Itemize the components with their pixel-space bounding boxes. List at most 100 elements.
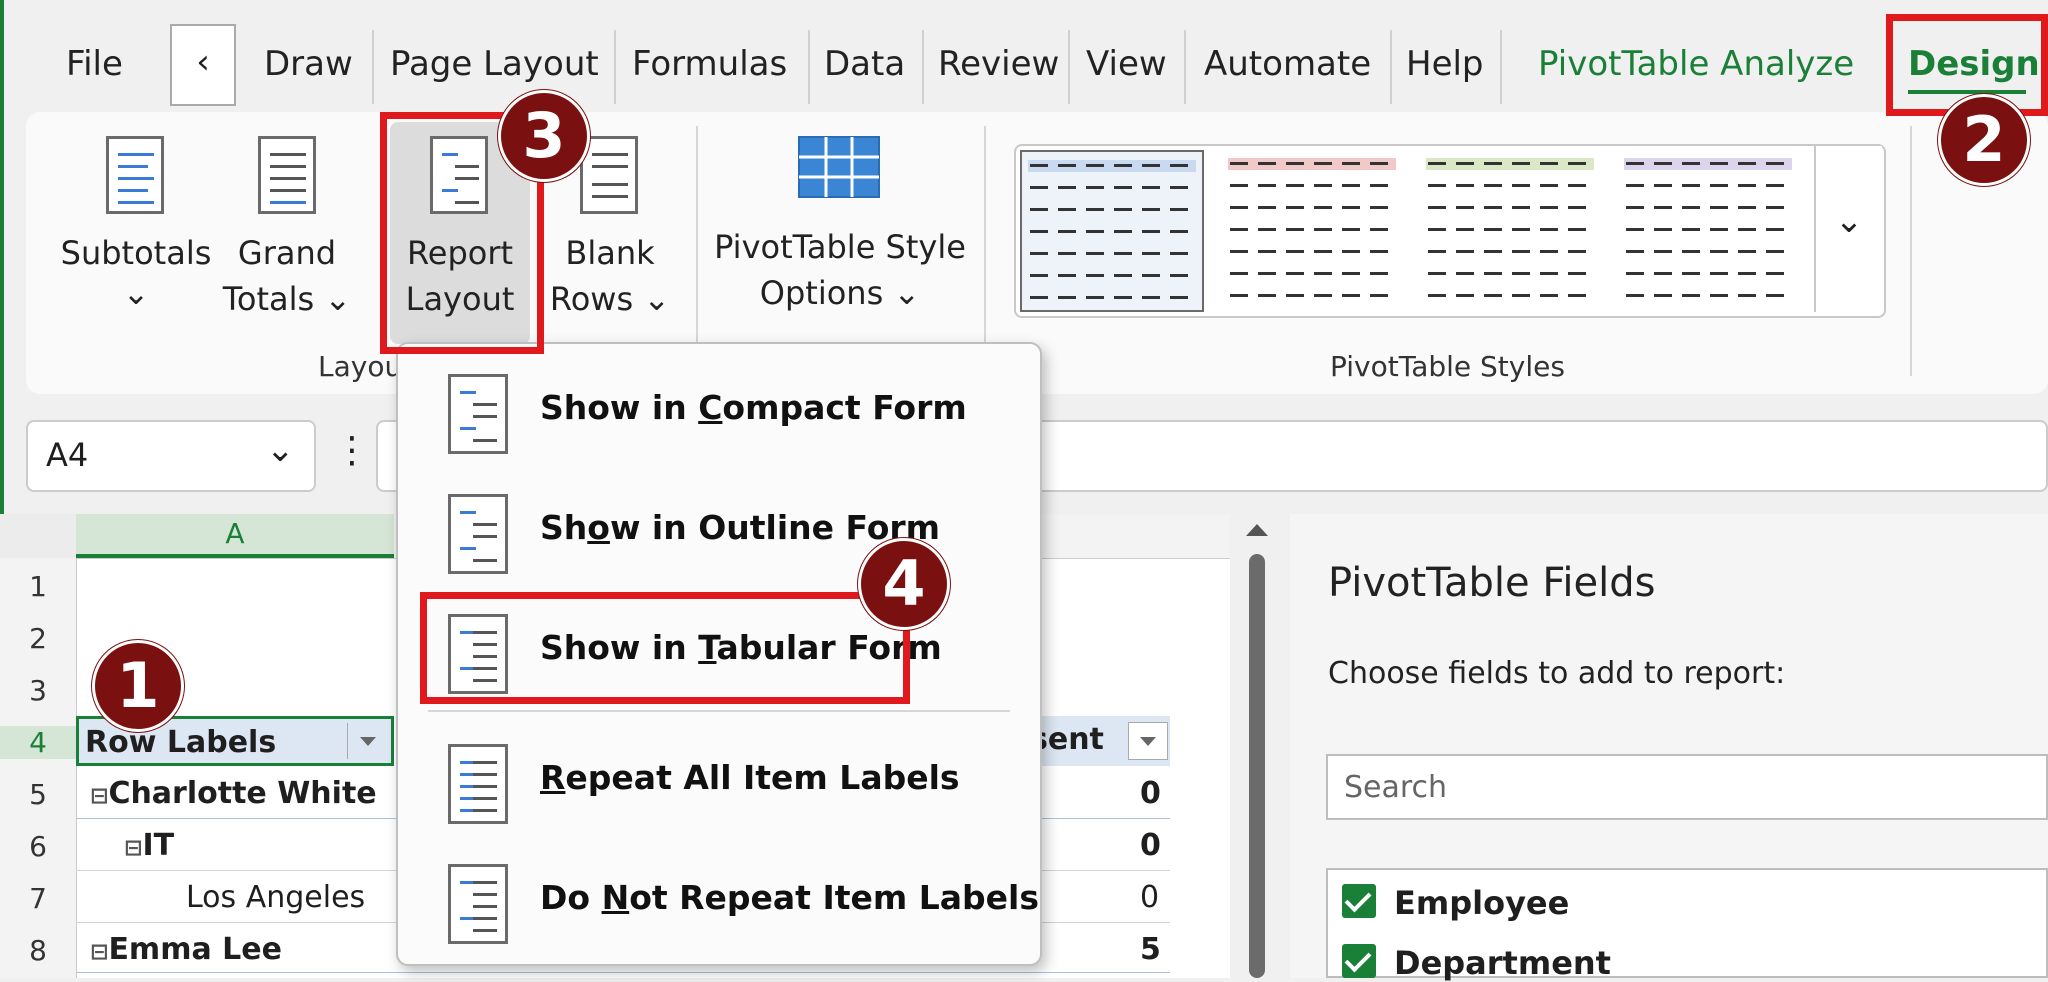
filter-dropdown-button[interactable]: [347, 723, 388, 759]
blank-rows-label-2: Rows ⌄: [549, 280, 671, 318]
more-options-icon[interactable]: ⋮: [334, 430, 370, 471]
chevron-down-icon: ⌄: [122, 274, 150, 312]
column-letter: A: [225, 517, 245, 550]
field-item-employee[interactable]: Employee: [1394, 884, 1569, 922]
search-placeholder: Search: [1344, 770, 1448, 805]
style-swatch-green[interactable]: [1420, 150, 1600, 308]
menu-item-label: Repeat All Item Labels: [540, 758, 960, 797]
grand-totals-label-2: Totals ⌄: [222, 280, 352, 318]
vertical-scrollbar[interactable]: [1236, 514, 1278, 978]
tab-automate[interactable]: Automate: [1204, 44, 1371, 84]
row-number[interactable]: 6: [0, 830, 76, 863]
no-repeat-labels-icon: [448, 864, 508, 944]
menu-item-compact-form[interactable]: Show in Compact Form: [398, 350, 1040, 468]
subtotals-button[interactable]: Subtotals ⌄: [56, 130, 216, 330]
gallery-more-button[interactable]: ⌄: [1814, 146, 1882, 312]
tab-view[interactable]: View: [1086, 44, 1167, 84]
style-swatch-blue[interactable]: [1020, 150, 1204, 312]
style-options-label-2: Options ⌄: [759, 274, 921, 312]
menu-item-label: Do Not Repeat Item Labels: [540, 878, 1040, 917]
group-label-layout: Layou: [318, 350, 403, 383]
row-number[interactable]: 1: [0, 570, 76, 603]
grand-totals-button[interactable]: Grand Totals ⌄: [222, 130, 352, 330]
row-divider: [76, 972, 1170, 973]
tab-separator: [1184, 30, 1186, 104]
row-number[interactable]: 7: [0, 882, 76, 915]
step-badge-1: 1: [92, 640, 184, 732]
fields-pane-instruction: Choose fields to add to report:: [1328, 656, 1786, 691]
step-badge-4: 4: [858, 538, 950, 630]
menu-item-do-not-repeat-labels[interactable]: Do Not Repeat Item Labels: [398, 840, 1040, 958]
row-number[interactable]: 2: [0, 622, 76, 655]
filter-dropdown-button[interactable]: [1128, 722, 1168, 760]
pivot-row-label[interactable]: ⊟Charlotte White: [90, 776, 377, 811]
outline-form-icon: [448, 494, 508, 574]
fields-pane-title: PivotTable Fields: [1328, 560, 1656, 606]
row-number[interactable]: 3: [0, 674, 76, 707]
checkbox-checked-icon[interactable]: [1342, 944, 1376, 978]
pivottable-style-options-button[interactable]: PivotTable Style Options ⌄: [710, 130, 970, 330]
row-number[interactable]: 8: [0, 934, 76, 967]
collapse-icon[interactable]: ⊟: [90, 784, 108, 809]
tab-separator: [1500, 30, 1502, 104]
style-swatch-red[interactable]: [1222, 150, 1402, 308]
ribbon-separator: [984, 126, 986, 366]
row-header-column: [0, 558, 77, 978]
checkbox-checked-icon[interactable]: [1342, 884, 1376, 918]
step-badge-2: 2: [1938, 94, 2030, 186]
back-button[interactable]: ‹: [170, 24, 236, 106]
collapse-icon[interactable]: ⊟: [90, 940, 108, 965]
blank-rows-icon: [580, 136, 638, 214]
tab-separator: [808, 30, 810, 104]
name-box-value: A4: [46, 436, 89, 474]
ribbon-separator: [1910, 126, 1912, 376]
pivot-value[interactable]: 5: [1140, 932, 1161, 967]
tab-separator: [614, 30, 616, 104]
scroll-up-arrow-icon[interactable]: [1236, 514, 1278, 544]
pivot-value[interactable]: 0: [1140, 776, 1161, 811]
name-box[interactable]: A4 ⌄: [26, 420, 316, 492]
menu-item-label: Show in Compact Form: [540, 388, 967, 427]
pivot-row-label[interactable]: ⊟Emma Lee: [90, 932, 282, 967]
tab-page-layout[interactable]: Page Layout: [390, 44, 599, 84]
menu-item-label: Show in Outline Form: [540, 508, 941, 547]
chevron-down-icon: ⌄: [266, 430, 295, 470]
row-labels-header-text: Row Labels: [85, 725, 277, 760]
compact-form-icon: [448, 374, 508, 454]
pivot-row-label[interactable]: Los Angeles: [186, 880, 365, 915]
grand-totals-icon: [258, 136, 316, 214]
style-options-label-1: PivotTable Style: [714, 228, 966, 266]
dropdown-arrow-icon: [1140, 737, 1156, 746]
scrollbar-thumb[interactable]: [1249, 554, 1265, 978]
menu-separator: [428, 710, 1010, 712]
tab-separator: [1390, 30, 1392, 104]
collapse-icon[interactable]: ⊟: [124, 836, 142, 861]
tab-formulas[interactable]: Formulas: [632, 44, 787, 84]
tab-file[interactable]: File: [66, 44, 123, 84]
select-all-corner[interactable]: [0, 514, 76, 558]
highlight-tabular-form: [420, 592, 910, 704]
group-label-styles: PivotTable Styles: [1330, 350, 1565, 383]
row-number[interactable]: 5: [0, 778, 76, 811]
tab-data[interactable]: Data: [824, 44, 905, 84]
pivot-row-label[interactable]: ⊟IT: [124, 828, 174, 863]
pivot-value[interactable]: 0: [1140, 828, 1161, 863]
style-swatch-purple[interactable]: [1618, 150, 1798, 308]
tab-help[interactable]: Help: [1406, 44, 1484, 84]
fields-search-input[interactable]: Search: [1326, 754, 2048, 820]
dropdown-arrow-icon: [360, 737, 376, 746]
tab-separator: [372, 30, 374, 104]
column-header-a[interactable]: A: [76, 514, 394, 558]
menu-item-repeat-all-labels[interactable]: Repeat All Item Labels: [398, 720, 1040, 838]
tab-pivottable-analyze[interactable]: PivotTable Analyze: [1538, 44, 1854, 84]
repeat-labels-icon: [448, 744, 508, 824]
value-header-cell[interactable]: sent: [1030, 716, 1170, 766]
table-grid-icon: [798, 136, 880, 198]
row-number[interactable]: 4: [0, 726, 76, 759]
step-badge-3: 3: [498, 90, 590, 182]
field-item-department[interactable]: Department: [1394, 944, 1611, 982]
tab-draw[interactable]: Draw: [264, 44, 353, 84]
pivot-value[interactable]: 0: [1140, 880, 1159, 915]
chevron-down-icon: ⌄: [1834, 201, 1864, 241]
tab-review[interactable]: Review: [938, 44, 1059, 84]
